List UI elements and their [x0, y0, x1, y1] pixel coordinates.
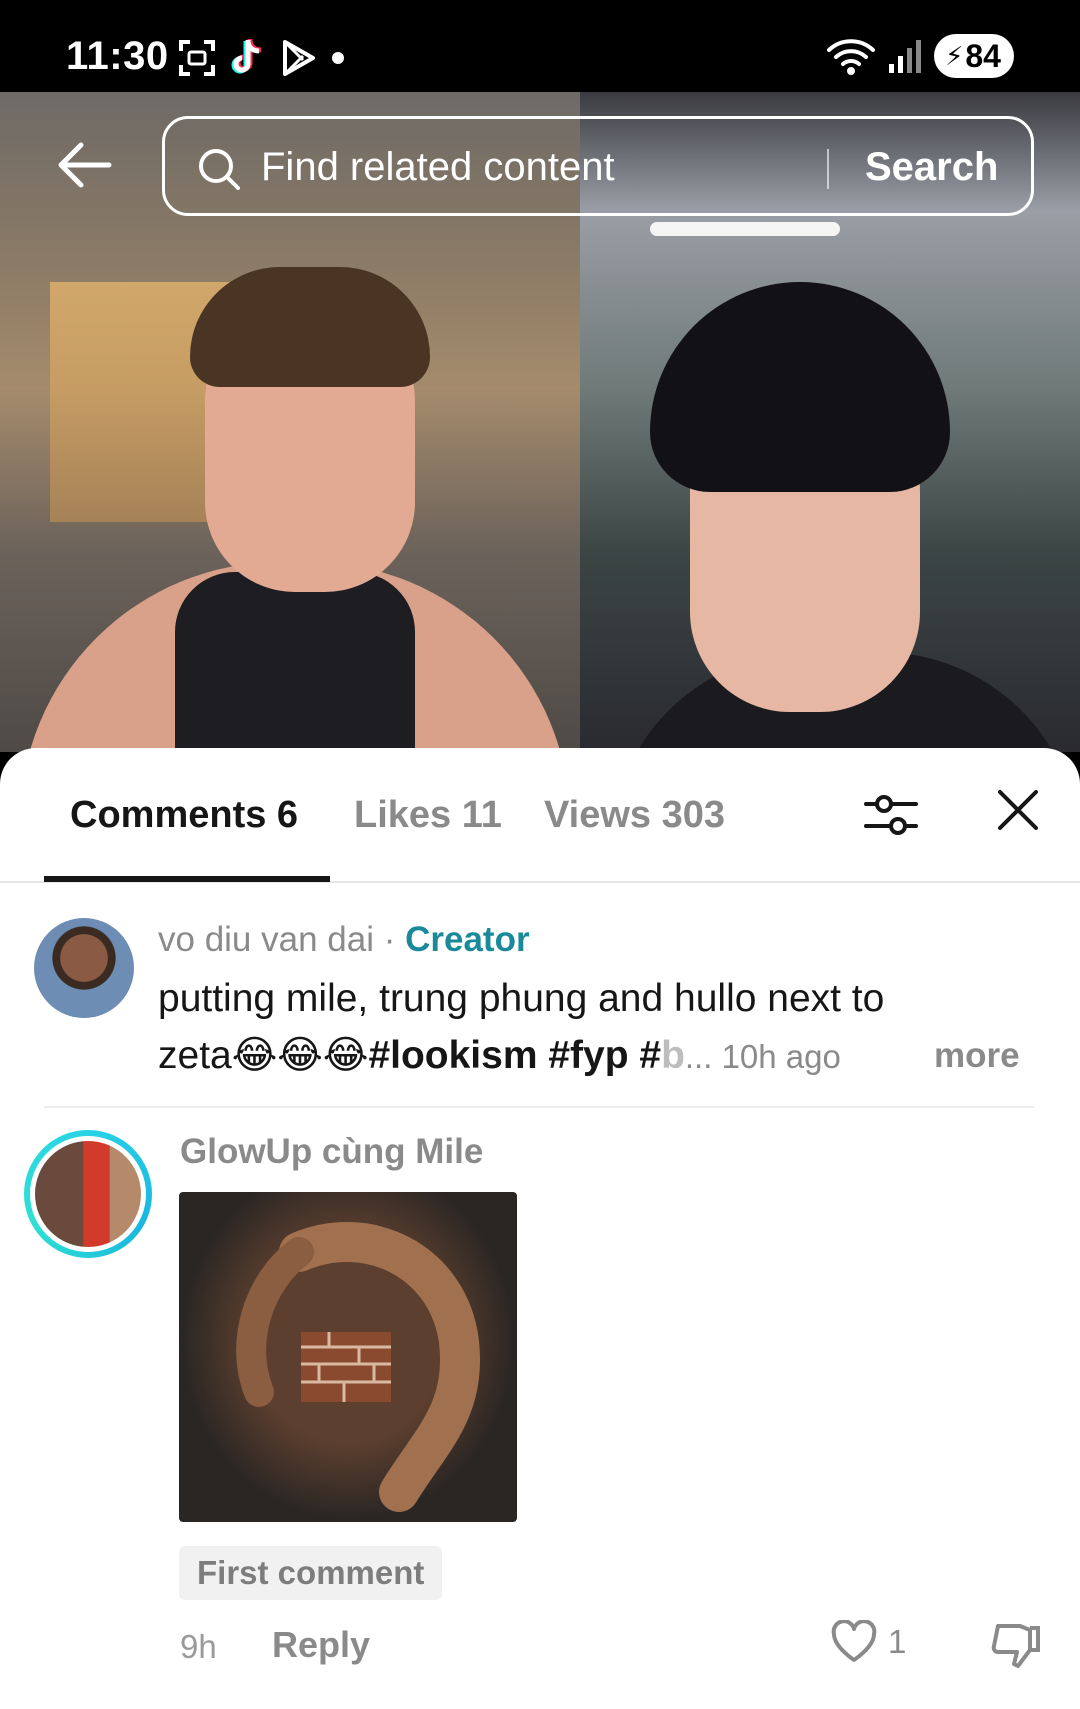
comment-author-line: vo diu van dai · Creator	[158, 920, 530, 960]
avatar-inner	[30, 1136, 146, 1252]
active-tab-indicator	[44, 876, 330, 882]
filter-icon[interactable]	[862, 786, 920, 844]
truncated-text: b	[661, 1034, 685, 1077]
hashtags[interactable]: #lookism #fyp #	[368, 1034, 661, 1077]
close-icon[interactable]	[996, 788, 1040, 832]
laughing-emoji: 😂😂😂	[231, 1034, 369, 1077]
search-box[interactable]: Find related content Search	[162, 116, 1034, 216]
like-count: 1	[888, 1623, 907, 1660]
search-button[interactable]: Search	[865, 145, 998, 190]
search-input[interactable]: Find related content	[261, 145, 615, 190]
first-comment-badge: First comment	[179, 1546, 443, 1600]
screen-capture-icon	[179, 40, 215, 76]
tab-views[interactable]: Views 303	[544, 794, 725, 837]
comment-time: 10h ago	[721, 1038, 841, 1075]
heart-icon	[831, 1620, 877, 1662]
comment-text-line2: zeta😂😂😂#lookism #fyp #b... 10h ago	[158, 1027, 1038, 1085]
comments-panel: Comments 6 Likes 11 Views 303 vo diu van…	[0, 748, 1080, 1709]
status-time: 11:30	[66, 34, 169, 78]
back-button[interactable]	[55, 130, 115, 200]
avatar-story-ring[interactable]	[24, 1130, 152, 1258]
like-button[interactable]: 1	[830, 1620, 906, 1664]
status-bar: 11:30 ⚡ 84	[0, 0, 1080, 92]
more-button[interactable]: more	[934, 1036, 1020, 1076]
divider	[44, 1106, 1034, 1108]
creator-badge: Creator	[405, 920, 530, 959]
battery-level: 84	[965, 37, 1001, 74]
search-icon	[199, 149, 240, 190]
comment-time: 9h	[180, 1628, 217, 1665]
person-left-hair	[190, 267, 430, 387]
tiktok-icon	[231, 39, 262, 74]
signal-icon	[889, 40, 921, 73]
status-icons-right: ⚡ 84	[826, 34, 1014, 78]
battery-icon: ⚡ 84	[934, 34, 1014, 78]
ceiling-lamp	[650, 222, 840, 236]
ear-brick-wall-image	[236, 1222, 481, 1512]
avatar	[35, 1141, 141, 1247]
avatar[interactable]	[34, 918, 134, 1018]
reply-button[interactable]: Reply	[272, 1624, 370, 1666]
comment-text-plain: zeta	[158, 1034, 232, 1077]
play-store-icon	[283, 40, 315, 76]
tab-comments[interactable]: Comments 6	[70, 794, 298, 837]
dislike-icon[interactable]	[990, 1620, 1042, 1672]
comment-image[interactable]	[179, 1192, 517, 1522]
truncation-ellipsis: ...	[684, 1038, 722, 1075]
author-separator: ·	[373, 920, 406, 959]
comment-author[interactable]: vo diu van dai	[158, 920, 374, 959]
person-left-shirt	[175, 572, 415, 752]
search-divider	[827, 149, 829, 189]
comment-text-line1: putting mile, trung phung and hullo next…	[158, 977, 885, 1020]
status-icons-left	[178, 38, 346, 78]
tab-bar: Comments 6 Likes 11 Views 303	[0, 748, 1080, 883]
tab-likes[interactable]: Likes 11	[354, 794, 502, 837]
comment-text: putting mile, trung phung and hullo next…	[158, 970, 1038, 1085]
dot-icon	[332, 52, 344, 64]
arrow-left-icon	[58, 142, 112, 188]
comment-author[interactable]: GlowUp cùng Mile	[180, 1132, 483, 1172]
wifi-icon	[827, 39, 875, 75]
